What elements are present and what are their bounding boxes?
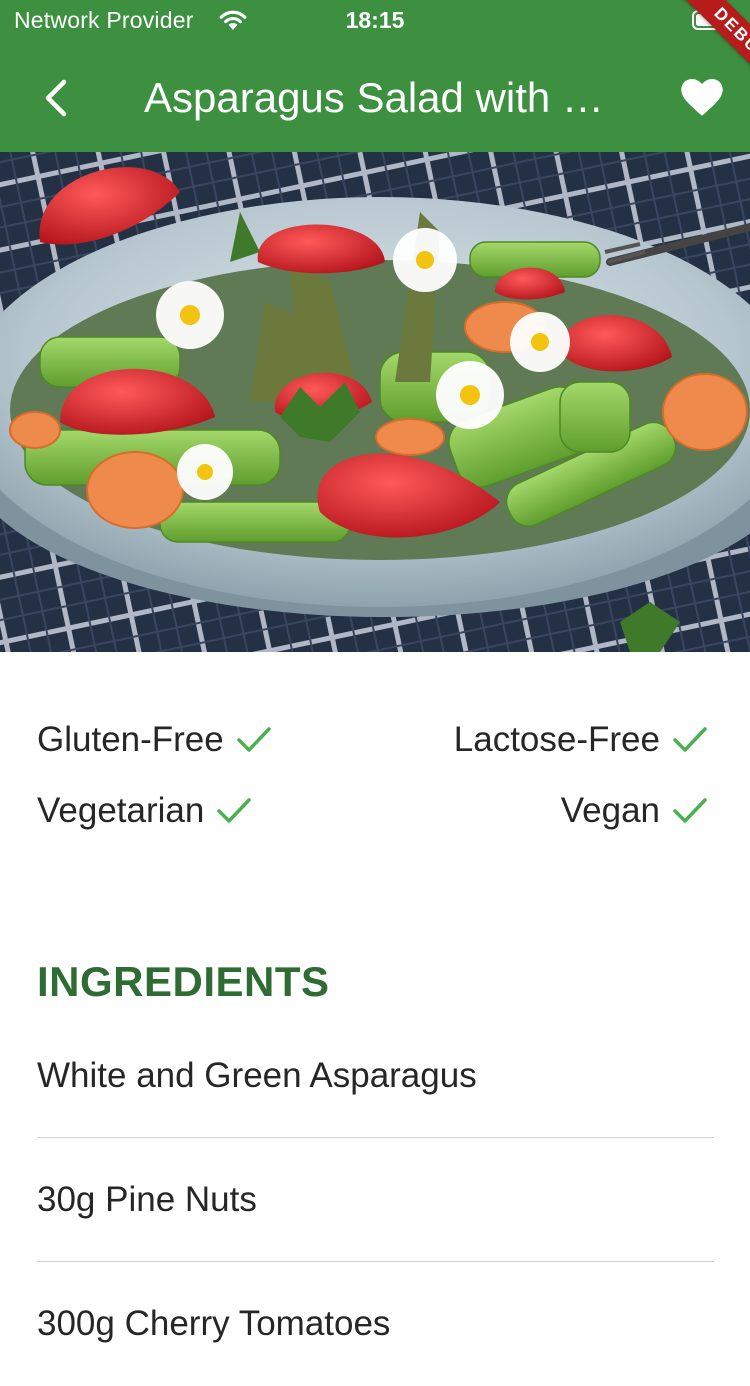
vegetarian-label: Vegetarian: [37, 791, 205, 830]
chevron-left-icon: [45, 79, 67, 117]
lactose-free-label: Lactose-Free: [453, 720, 660, 759]
favorite-button[interactable]: [678, 74, 726, 122]
gluten-free-row: Gluten-Free: [37, 715, 272, 765]
lactose-free-row: Lactose-Free: [454, 715, 708, 765]
page-title: Asparagus Salad with …: [144, 74, 604, 121]
recipe-image: [0, 152, 750, 652]
ingredient-item[interactable]: 30g Pine Nuts: [37, 1138, 714, 1262]
heart-icon: [681, 79, 723, 116]
diet-info: Gluten-Free Lactose-Free Vegetarian Vega…: [0, 652, 750, 892]
vegetarian-row: Vegetarian: [37, 786, 252, 836]
app-bar: Network Provider 18:15 Asparagus Salad w…: [0, 0, 750, 152]
check-icon: [672, 725, 708, 755]
check-icon: [672, 796, 708, 826]
ingredient-item[interactable]: 300g Cherry Tomatoes: [37, 1262, 714, 1386]
ingredient-item[interactable]: White and Green Asparagus: [37, 1014, 714, 1138]
status-time: 18:15: [345, 7, 405, 33]
back-button[interactable]: [30, 68, 82, 128]
toolbar: Asparagus Salad with …: [0, 40, 750, 152]
ingredients-heading: INGREDIENTS: [37, 958, 330, 1005]
gluten-free-label: Gluten-Free: [37, 720, 224, 759]
ingredients-list: White and Green Asparagus 30g Pine Nuts …: [37, 1014, 714, 1386]
vegan-label: Vegan: [560, 791, 660, 830]
status-bar: Network Provider 18:15: [0, 0, 750, 40]
check-icon: [236, 725, 272, 755]
vegan-row: Vegan: [561, 786, 708, 836]
check-icon: [216, 796, 252, 826]
